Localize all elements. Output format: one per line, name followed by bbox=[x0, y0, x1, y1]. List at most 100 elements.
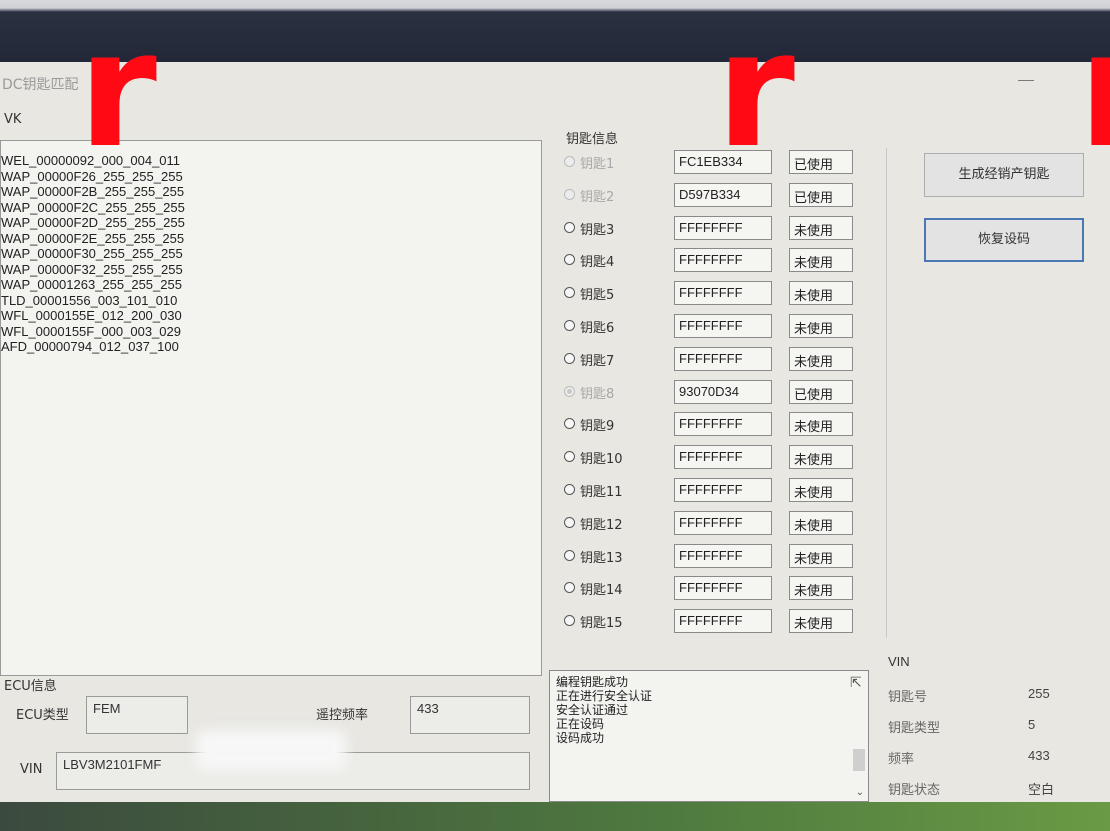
generate-dealer-key-button[interactable]: 生成经销产钥匙 bbox=[924, 153, 1084, 197]
vk-list-item[interactable]: WFL_0000155F_000_003_029 bbox=[0, 324, 541, 340]
log-line: 安全认证通过 bbox=[556, 703, 629, 717]
key-row: 钥匙9 FFFFFFFF 未使用 bbox=[556, 410, 886, 438]
key-radio[interactable] bbox=[564, 221, 575, 233]
key-row: 钥匙15 FFFFFFFF 未使用 bbox=[556, 607, 886, 635]
key-status-field: 未使用 bbox=[789, 576, 853, 601]
vk-list-item[interactable]: WAP_00000F2D_255_255_255 bbox=[0, 215, 541, 231]
key-name: 钥匙14 bbox=[580, 583, 623, 599]
vin-info-label: 钥匙号 bbox=[888, 690, 928, 705]
key-name: 钥匙6 bbox=[580, 321, 615, 336]
key-code-field[interactable]: FFFFFFFF bbox=[674, 478, 772, 502]
key-radio[interactable] bbox=[564, 352, 575, 364]
key-radio[interactable] bbox=[564, 418, 575, 430]
key-radio[interactable] bbox=[564, 516, 575, 528]
mouse-cursor-icon: ⇱ bbox=[850, 675, 862, 691]
key-row: 钥匙4 FFFFFFFF 未使用 bbox=[556, 246, 886, 274]
key-radio[interactable] bbox=[564, 451, 575, 463]
key-radio[interactable] bbox=[564, 188, 575, 200]
remote-frequency-label: 遥控频率 bbox=[316, 708, 369, 723]
key-row: 钥匙5 FFFFFFFF 未使用 bbox=[556, 279, 886, 307]
vk-list-item[interactable]: TLD_00001556_003_101_010 bbox=[0, 293, 541, 309]
vin-info-value: 255 bbox=[1028, 686, 1050, 701]
ecu-type-field[interactable]: FEM bbox=[86, 696, 188, 734]
overlay-mark: r bbox=[716, 0, 795, 183]
status-log[interactable]: 编程钥匙成功 正在进行安全认证 安全认证通过 正在设码 设码成功 ⇱ ⌄ bbox=[549, 670, 869, 802]
key-info-label: 钥匙信息 bbox=[566, 132, 619, 147]
key-radio[interactable] bbox=[564, 320, 575, 331]
key-name: 钥匙1 bbox=[580, 157, 615, 172]
key-code-field[interactable]: FFFFFFFF bbox=[674, 215, 772, 240]
vk-list-item[interactable]: WAP_00000F32_255_255_255 bbox=[0, 262, 541, 278]
key-name: 钥匙7 bbox=[580, 353, 615, 369]
vk-listbox[interactable]: WEL_00000092_000_004_011 WAP_00000F26_255… bbox=[0, 140, 542, 676]
log-line: 正在设码 bbox=[556, 717, 605, 731]
list-panel-label: VK bbox=[4, 112, 22, 127]
key-radio[interactable] bbox=[564, 582, 575, 594]
key-name: 钥匙3 bbox=[580, 222, 615, 238]
key-code-field[interactable]: FFFFFFFF bbox=[674, 281, 772, 306]
key-status-field: 未使用 bbox=[789, 346, 853, 371]
key-status-field: 未使用 bbox=[789, 314, 853, 338]
desktop-background-top bbox=[0, 0, 1110, 62]
key-name: 钥匙4 bbox=[580, 255, 615, 271]
log-line: 正在进行安全认证 bbox=[556, 689, 653, 703]
key-name: 钥匙12 bbox=[580, 517, 623, 533]
key-row: 钥匙14 FFFFFFFF 未使用 bbox=[556, 574, 886, 602]
key-row: 钥匙13 FFFFFFFF 未使用 bbox=[556, 542, 886, 570]
ecu-type-label: ECU类型 bbox=[16, 708, 69, 723]
key-status-field: 未使用 bbox=[789, 248, 853, 273]
key-radio[interactable] bbox=[564, 254, 575, 266]
vin-info-value: 433 bbox=[1028, 748, 1050, 763]
key-row: 钥匙6 FFFFFFFF 未使用 bbox=[556, 312, 886, 340]
key-name: 钥匙10 bbox=[580, 452, 623, 468]
minimize-icon[interactable] bbox=[1018, 80, 1034, 81]
key-code-field[interactable]: FFFFFFFF bbox=[674, 412, 772, 437]
app-window: DC钥匙匹配 VK WEL_00000092_000_004_011 WAP_00… bbox=[0, 62, 1110, 802]
key-status-field: 未使用 bbox=[789, 445, 853, 470]
key-code-field[interactable]: FFFFFFFF bbox=[674, 576, 772, 601]
vin-info-label: 钥匙类型 bbox=[888, 721, 941, 736]
key-info-group: 钥匙1 FC1EB334 已使用 钥匙2 D597B334 已使用 钥匙3 FFFFFFFF 未… bbox=[556, 148, 887, 638]
key-row: 钥匙8 93070D34 已使用 bbox=[556, 378, 886, 406]
key-code-field[interactable]: FFFFFFFF bbox=[674, 609, 772, 634]
key-status-field: 未使用 bbox=[789, 412, 853, 437]
vk-list-item[interactable]: AFD_00000794_012_037_100 bbox=[0, 339, 541, 355]
vk-list-item[interactable]: WAP_00000F2E_255_255_255 bbox=[0, 231, 541, 247]
key-code-field[interactable]: 93070D34 bbox=[674, 379, 772, 404]
vk-list-item[interactable]: WAP_00001263_255_255_255 bbox=[0, 277, 541, 293]
key-code-field[interactable]: FFFFFFFF bbox=[674, 543, 772, 568]
key-status-field: 未使用 bbox=[789, 215, 853, 240]
key-code-field[interactable]: FFFFFFFF bbox=[674, 248, 772, 273]
vk-list-item[interactable]: WAP_00000F30_255_255_255 bbox=[0, 246, 541, 262]
key-code-field[interactable]: FFFFFFFF bbox=[674, 445, 772, 470]
key-radio[interactable] bbox=[564, 615, 575, 627]
log-scrollbar-thumb[interactable] bbox=[853, 749, 865, 771]
log-lines: 编程钥匙成功 正在进行安全认证 安全认证通过 正在设码 设码成功 bbox=[556, 675, 862, 745]
vk-list-item[interactable]: WFL_0000155E_012_200_030 bbox=[0, 308, 541, 324]
key-radio[interactable] bbox=[564, 385, 575, 397]
restore-code-button[interactable]: 恢复设码 bbox=[924, 218, 1084, 262]
key-radio[interactable] bbox=[564, 156, 575, 167]
vk-list-item[interactable]: WAP_00000F2C_255_255_255 bbox=[0, 200, 541, 216]
key-row: 钥匙11 FFFFFFFF 未使用 bbox=[556, 476, 886, 504]
key-row: 钥匙2 D597B334 已使用 bbox=[556, 181, 886, 209]
key-name: 钥匙8 bbox=[580, 386, 615, 402]
log-line: 编程钥匙成功 bbox=[556, 675, 629, 689]
remote-frequency-field[interactable]: 433 bbox=[410, 696, 530, 734]
overlay-mark: r bbox=[78, 0, 157, 183]
key-code-field[interactable]: D597B334 bbox=[674, 182, 772, 207]
vk-list-item[interactable]: WAP_00000F2B_255_255_255 bbox=[0, 184, 541, 200]
key-code-field[interactable]: FFFFFFFF bbox=[674, 510, 772, 535]
log-line: 设码成功 bbox=[556, 731, 605, 745]
key-row: 钥匙7 FFFFFFFF 未使用 bbox=[556, 345, 886, 373]
scroll-down-icon[interactable]: ⌄ bbox=[856, 787, 864, 798]
key-code-field[interactable]: FFFFFFFF bbox=[674, 346, 772, 371]
key-radio[interactable] bbox=[564, 484, 575, 495]
key-radio[interactable] bbox=[564, 287, 575, 299]
key-row: 钥匙12 FFFFFFFF 未使用 bbox=[556, 509, 886, 537]
key-name: 钥匙5 bbox=[580, 288, 615, 304]
key-radio[interactable] bbox=[564, 549, 575, 561]
key-status-field: 未使用 bbox=[789, 543, 853, 568]
vin-info-title: VIN bbox=[888, 654, 910, 669]
key-code-field[interactable]: FFFFFFFF bbox=[674, 314, 772, 338]
